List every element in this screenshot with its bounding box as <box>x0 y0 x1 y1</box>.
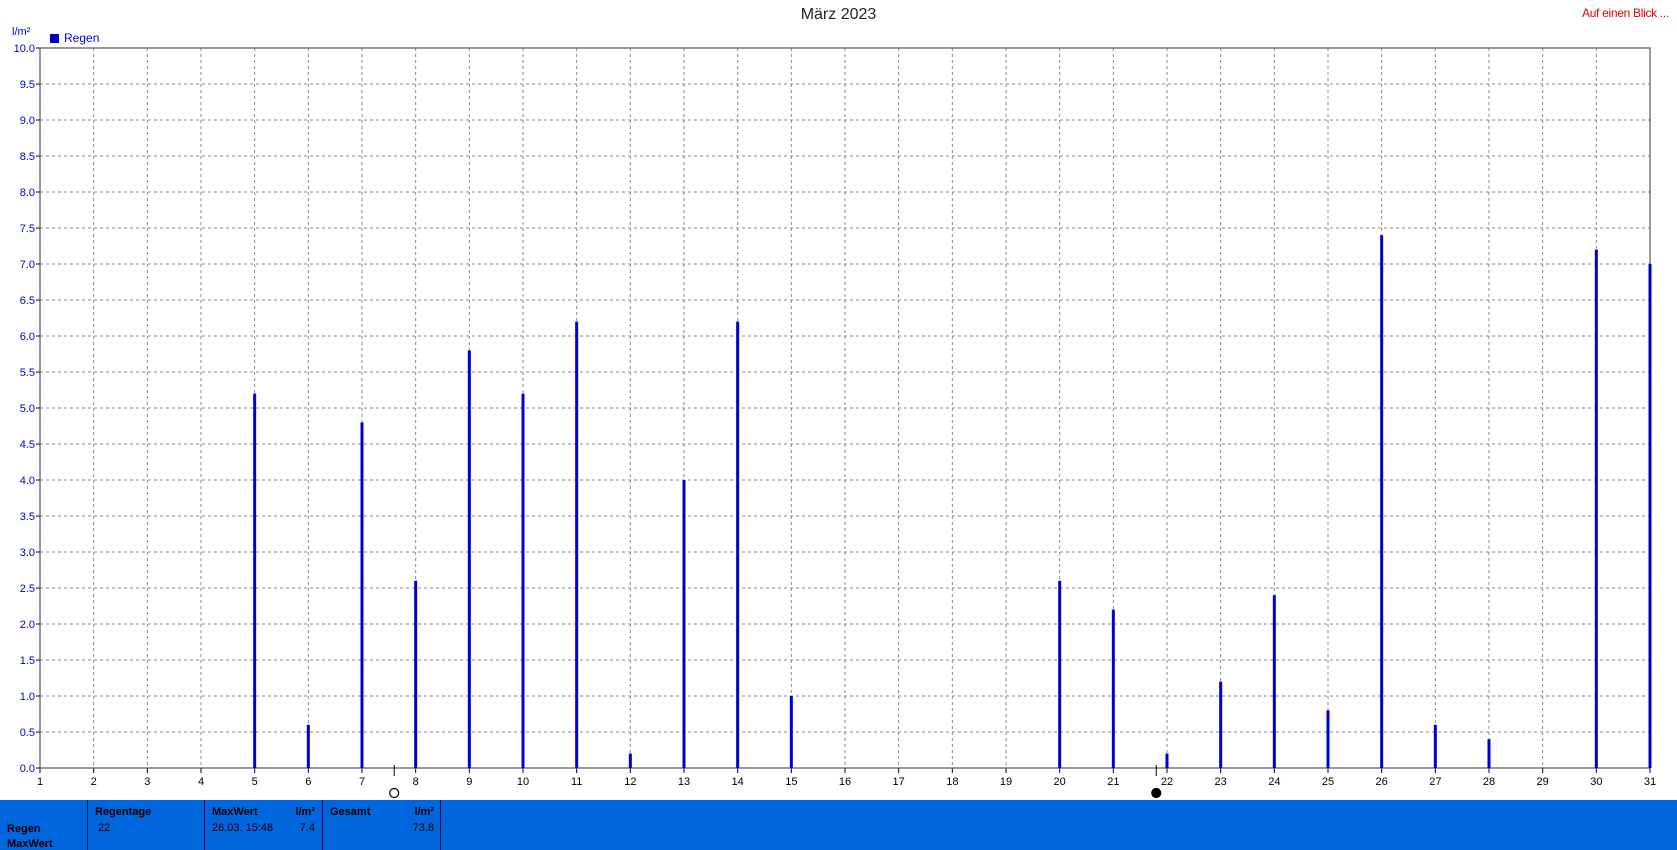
bar <box>628 753 632 768</box>
x-tick-label: 13 <box>678 776 690 788</box>
x-tick-label: 6 <box>305 776 311 788</box>
bar <box>1219 681 1223 768</box>
gesamt-unit: l/m² <box>414 806 434 818</box>
maxwert-panel: MaxWert l/m² 26.03. 15:48 7.4 <box>204 800 323 850</box>
bar <box>253 393 257 768</box>
x-tick-label: 31 <box>1644 776 1656 788</box>
bar <box>521 393 525 768</box>
gesamt-panel: Gesamt l/m² 73.8 <box>322 800 441 850</box>
row-label-maxwert: MaxWert <box>7 838 53 850</box>
bar <box>360 422 364 768</box>
x-tick-label: 8 <box>413 776 419 788</box>
bar <box>736 321 740 768</box>
stats-panel: Regen MaxWert Regentage 22 MaxWert l/m² … <box>0 800 1677 850</box>
y-tick-label: 6.0 <box>20 331 35 343</box>
x-tick-label: 19 <box>1000 776 1012 788</box>
y-tick-label: 9.0 <box>20 115 35 127</box>
bar <box>1648 264 1652 768</box>
x-tick-label: 23 <box>1215 776 1227 788</box>
bar <box>1272 595 1276 768</box>
y-tick-label: 2.5 <box>20 583 35 595</box>
bar <box>789 696 793 768</box>
y-tick-label: 8.0 <box>20 187 35 199</box>
bar <box>1594 249 1598 769</box>
x-tick-label: 20 <box>1054 776 1066 788</box>
x-tick-label: 16 <box>839 776 851 788</box>
bar <box>306 724 310 768</box>
y-tick-label: 2.0 <box>20 619 35 631</box>
x-tick-label: 5 <box>252 776 258 788</box>
y-tick-label: 5.5 <box>20 367 35 379</box>
maxwert-date: 26.03. 15:48 <box>212 822 274 834</box>
y-tick-label: 6.5 <box>20 295 35 307</box>
bar <box>682 480 686 768</box>
full-moon-icon <box>1151 787 1162 799</box>
bar <box>1380 235 1384 768</box>
bar <box>1433 724 1437 768</box>
bar <box>1165 753 1169 768</box>
bar <box>1326 710 1330 768</box>
gesamt-value: 73.8 <box>412 822 434 834</box>
legend-swatch <box>50 33 59 43</box>
bar <box>1111 609 1115 768</box>
x-tick-label: 28 <box>1483 776 1495 788</box>
x-tick-label: 11 <box>571 776 582 788</box>
y-tick-label: 7.5 <box>20 223 35 235</box>
y-tick-label: 0.0 <box>20 763 35 775</box>
row-label-regen: Regen <box>7 823 41 835</box>
legend: Regen <box>50 31 99 45</box>
y-tick-label: 3.5 <box>20 511 35 523</box>
x-tick-label: 26 <box>1376 776 1388 788</box>
x-tick-label: 24 <box>1268 776 1280 788</box>
y-tick-label: 8.5 <box>20 151 35 163</box>
y-axis-unit: l/m² <box>12 26 31 38</box>
bar <box>575 321 579 768</box>
x-tick-label: 18 <box>946 776 958 788</box>
x-tick-label: 4 <box>198 776 204 788</box>
maxwert-unit: l/m² <box>295 806 315 818</box>
maxwert-header: MaxWert <box>212 806 258 818</box>
y-tick-label: 1.5 <box>20 655 35 667</box>
x-tick-label: 3 <box>144 776 150 788</box>
x-tick-label: 9 <box>466 776 472 788</box>
x-tick-label: 17 <box>893 776 905 788</box>
x-tick-label: 29 <box>1537 776 1549 788</box>
y-tick-label: 7.0 <box>20 259 35 271</box>
x-tick-label: 10 <box>517 776 529 788</box>
x-tick-label: 27 <box>1429 776 1441 788</box>
bar <box>1058 580 1062 768</box>
y-tick-label: 9.5 <box>20 79 35 91</box>
new-moon-icon <box>389 787 400 799</box>
x-tick-label: 30 <box>1590 776 1602 788</box>
x-tick-label: 15 <box>785 776 797 788</box>
x-tick-label: 1 <box>37 776 43 788</box>
x-tick-label: 2 <box>91 776 97 788</box>
x-tick-label: 12 <box>624 776 636 788</box>
y-tick-label: 5.0 <box>20 403 35 415</box>
bar <box>467 350 471 768</box>
regentage-value: 22 <box>98 822 111 834</box>
y-tick-label: 0.5 <box>20 727 35 739</box>
maxwert-value: 7.4 <box>299 822 315 834</box>
y-tick-label: 10.0 <box>14 43 35 55</box>
x-tick-label: 22 <box>1161 776 1173 788</box>
legend-label: Regen <box>64 31 100 45</box>
regentage-panel: Regentage 22 <box>87 800 205 850</box>
bar <box>1487 739 1491 768</box>
y-tick-label: 4.5 <box>20 439 35 451</box>
x-tick-label: 14 <box>732 776 744 788</box>
rain-chart: 0.0 0.5 1.0 1.5 2.0 2.5 3.0 3.5 4.0 4.5 5.0 5.5 6.0 6… <box>14 43 1656 799</box>
y-tick-label: 3.0 <box>20 547 35 559</box>
x-tick-label: 25 <box>1322 776 1334 788</box>
bar <box>414 580 418 768</box>
y-tick-label: 4.0 <box>20 475 35 487</box>
chart-title: März 2023 <box>800 6 877 23</box>
regentage-header: Regentage <box>95 806 152 818</box>
gesamt-header: Gesamt <box>330 806 371 818</box>
y-tick-label: 1.0 <box>20 691 35 703</box>
x-tick-label: 7 <box>359 776 365 788</box>
x-tick-label: 21 <box>1107 776 1119 788</box>
at-a-glance-link[interactable]: Auf einen Blick ... <box>1582 6 1669 20</box>
